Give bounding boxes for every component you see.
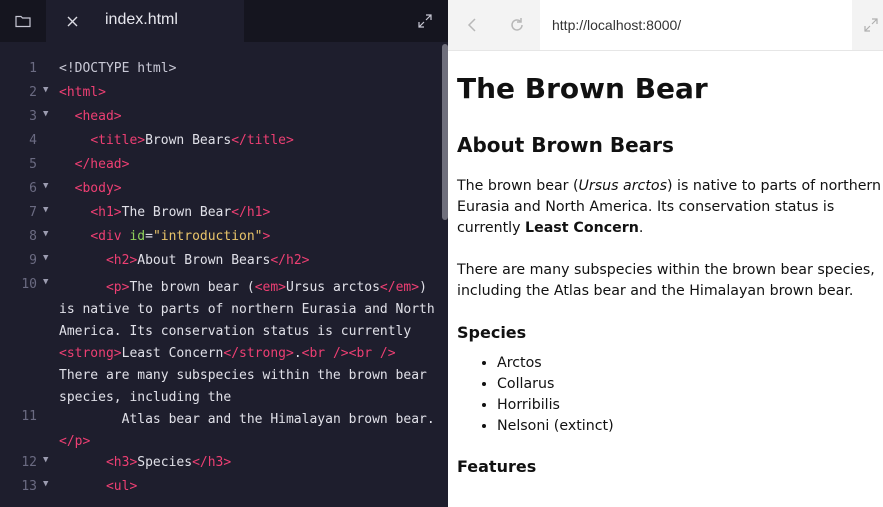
tab-index-html[interactable]: index.html [46, 0, 244, 42]
expand-icon [864, 18, 878, 32]
line-number: 12 [21, 455, 37, 470]
features-heading: Features [457, 457, 537, 477]
reload-button[interactable] [505, 13, 529, 37]
tab-close-button[interactable] [64, 13, 80, 29]
code-line: 2 ▼ <html> [0, 82, 448, 106]
line-number: 7 [29, 205, 37, 220]
line-number: 11 [21, 409, 37, 424]
list-item: Horribilis [497, 395, 881, 416]
fold-arrow-icon[interactable]: ▼ [43, 479, 48, 489]
page-title: The Brown Bear [457, 72, 708, 105]
code-line: 4 <title>Brown Bears</title> [0, 130, 448, 154]
code-line: 13 ▼ <ul> [0, 476, 448, 500]
editor-tab-bar: index.html [0, 0, 448, 42]
code-line: 5 </head> [0, 154, 448, 178]
line-number: 8 [29, 229, 37, 244]
tab-filename: index.html [105, 11, 178, 28]
back-button[interactable] [460, 13, 484, 37]
close-icon [67, 16, 77, 26]
line-number: 4 [29, 133, 37, 148]
browser-preview: http://localhost:8000/ The Brown Bear Ab… [448, 0, 883, 507]
line-number: 6 [29, 181, 37, 196]
subspecies-paragraph: There are many subspecies within the bro… [457, 261, 875, 299]
species-list: Arctos Collarus Horribilis Nelsoni (exti… [457, 353, 881, 437]
line-number: 9 [29, 253, 37, 268]
code-editor[interactable]: index.html 1 <!DOCTYPE html> 2 ▼ <html> … [0, 0, 448, 507]
line-number: 13 [21, 479, 37, 494]
line-number: 2 [29, 85, 37, 100]
code-line: 6 ▼ <body> [0, 178, 448, 202]
code-line: 1 <!DOCTYPE html> [0, 58, 448, 82]
list-item: Nelsoni (extinct) [497, 416, 881, 437]
code-line: 8 ▼ <div id="introduction"> [0, 226, 448, 250]
fold-arrow-icon[interactable]: ▼ [43, 85, 48, 95]
editor-expand-button[interactable] [416, 12, 434, 30]
fold-arrow-icon[interactable]: ▼ [43, 229, 48, 239]
url-bar[interactable]: http://localhost:8000/ [540, 0, 852, 50]
section-heading: About Brown Bears [457, 132, 674, 157]
line-number: 5 [29, 157, 37, 172]
conservation-status: Least Concern [525, 219, 639, 236]
back-arrow-icon [467, 18, 476, 32]
code-line: 9 ▼ <h2>About Brown Bears</h2> [0, 250, 448, 274]
code-line: 11 Atlas bear and the Himalayan brown be… [0, 406, 448, 452]
list-item: Arctos [497, 353, 881, 374]
expand-icon [418, 14, 432, 28]
browser-expand-button[interactable] [862, 16, 880, 34]
reload-icon [511, 18, 523, 31]
code-line: 7 ▼ <h1>The Brown Bear</h1> [0, 202, 448, 226]
scientific-name: Ursus arctos [578, 177, 667, 194]
folder-icon [15, 15, 31, 28]
fold-arrow-icon[interactable]: ▼ [43, 253, 48, 263]
line-number: 3 [29, 109, 37, 124]
browser-toolbar: http://localhost:8000/ [448, 0, 883, 51]
species-heading: Species [457, 322, 527, 342]
fold-arrow-icon[interactable]: ▼ [43, 109, 48, 119]
code-area[interactable]: 1 <!DOCTYPE html> 2 ▼ <html> 3 ▼ <head> … [0, 58, 448, 500]
line-number: 10 [21, 277, 37, 292]
fold-arrow-icon[interactable]: ▼ [43, 277, 48, 287]
code-line: 10 ▼ <p>The brown bear (<em>Ursus arctos… [0, 274, 448, 406]
files-button[interactable] [0, 0, 46, 42]
list-item: Collarus [497, 374, 881, 395]
intro-paragraph: The brown bear (Ursus arctos) is native … [457, 177, 881, 236]
fold-arrow-icon[interactable]: ▼ [43, 181, 48, 191]
fold-arrow-icon[interactable]: ▼ [43, 205, 48, 215]
line-number: 1 [29, 61, 37, 76]
rendered-page: The Brown Bear About Brown Bears The bro… [457, 72, 881, 488]
code-line: 3 ▼ <head> [0, 106, 448, 130]
code-line: 12 ▼ <h3>Species</h3> [0, 452, 448, 476]
fold-arrow-icon[interactable]: ▼ [43, 455, 48, 465]
